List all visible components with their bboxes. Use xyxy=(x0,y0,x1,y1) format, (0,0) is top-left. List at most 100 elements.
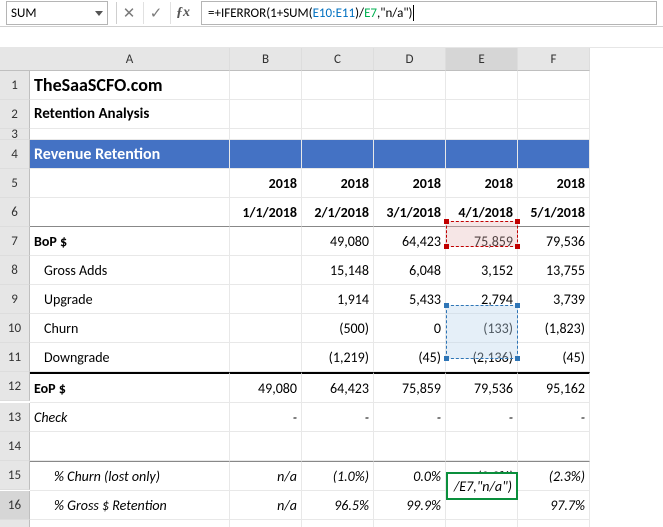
cell-f17[interactable]: 102.4% xyxy=(518,520,590,527)
cell-f1[interactable] xyxy=(518,71,590,100)
cell-d13[interactable]: - xyxy=(374,403,446,432)
cell-e3[interactable] xyxy=(446,129,518,140)
cell-d7[interactable]: 64,423 xyxy=(374,227,446,256)
cell-a13[interactable]: Check xyxy=(30,403,230,432)
row-header-10[interactable]: 10 xyxy=(0,314,30,343)
cell-b8[interactable] xyxy=(230,256,302,285)
name-box[interactable]: SUM xyxy=(6,1,108,25)
cell-c17[interactable]: 100.4% xyxy=(302,520,374,527)
cell-a4[interactable]: Revenue Retention xyxy=(30,140,230,169)
cell-f2[interactable] xyxy=(518,100,590,129)
cell-b2[interactable] xyxy=(230,100,302,129)
col-header-f[interactable]: F xyxy=(518,48,590,71)
cell-f3[interactable] xyxy=(518,129,590,140)
cancel-formula-button[interactable]: ✕ xyxy=(116,2,141,24)
cell-b3[interactable] xyxy=(230,129,302,140)
cell-d10[interactable]: 0 xyxy=(374,314,446,343)
cell-a2[interactable]: Retention Analysis xyxy=(30,100,230,129)
cell-c14[interactable] xyxy=(302,432,374,461)
cell-a12[interactable]: EoP $ xyxy=(30,372,230,403)
row-header-4[interactable]: 4 xyxy=(0,140,30,169)
cell-f14[interactable] xyxy=(518,432,590,461)
cell-e6[interactable]: 4/1/2018 xyxy=(446,198,518,227)
cell-d15[interactable]: 0.0% xyxy=(374,461,446,491)
cell-d6[interactable]: 3/1/2018 xyxy=(374,198,446,227)
active-cell-e16[interactable]: /E7,"n/a") xyxy=(446,472,518,500)
cell-f8[interactable]: 13,755 xyxy=(518,256,590,285)
row-header-7[interactable]: 7 xyxy=(0,227,30,256)
cell-c16[interactable]: 96.5% xyxy=(302,491,374,520)
cell-b15[interactable]: n/a xyxy=(230,461,302,491)
cell-b7[interactable] xyxy=(230,227,302,256)
worksheet[interactable]: A B C D E F 1 TheSaaSCFO.com 2 Retention… xyxy=(0,48,663,527)
cell-c8[interactable]: 15,148 xyxy=(302,256,374,285)
cell-c3[interactable] xyxy=(302,129,374,140)
cell-e5[interactable]: 2018 xyxy=(446,169,518,198)
cell-a1[interactable]: TheSaaSCFO.com xyxy=(30,71,230,100)
cell-e12[interactable]: 79,536 xyxy=(446,372,518,403)
cell-a5[interactable] xyxy=(30,169,230,198)
cell-c5[interactable]: 2018 xyxy=(302,169,374,198)
cell-f6[interactable]: 5/1/2018 xyxy=(518,198,590,227)
cell-f7[interactable]: 79,536 xyxy=(518,227,590,256)
cell-a16[interactable]: % Gross $ Retention xyxy=(30,491,230,520)
row-header-15[interactable]: 15 xyxy=(0,461,30,490)
cell-a8[interactable]: Gross Adds xyxy=(30,256,230,285)
cell-b13[interactable]: - xyxy=(230,403,302,432)
cell-f12[interactable]: 95,162 xyxy=(518,372,590,403)
cell-e2[interactable] xyxy=(446,100,518,129)
row-header-17[interactable]: 17 xyxy=(0,520,30,527)
cell-f16[interactable]: 97.7% xyxy=(518,491,590,520)
cell-d12[interactable]: 75,859 xyxy=(374,372,446,403)
enter-formula-button[interactable]: ✓ xyxy=(143,2,168,24)
cell-a3[interactable] xyxy=(30,129,230,140)
col-header-a[interactable]: A xyxy=(30,48,230,71)
cell-b4[interactable] xyxy=(230,140,302,169)
cell-a10[interactable]: Churn xyxy=(30,314,230,343)
cell-f4[interactable] xyxy=(518,140,590,169)
cell-a15[interactable]: % Churn (lost only) xyxy=(30,461,230,491)
cell-e9[interactable]: 2,794 xyxy=(446,285,518,314)
cell-d8[interactable]: 6,048 xyxy=(374,256,446,285)
cell-b17[interactable]: n/a xyxy=(230,520,302,527)
cell-d1[interactable] xyxy=(374,71,446,100)
row-header-16[interactable]: 16 xyxy=(0,491,30,520)
cell-d17[interactable]: 108.4% xyxy=(374,520,446,527)
cell-e8[interactable]: 3,152 xyxy=(446,256,518,285)
cell-f15[interactable]: (2.3%) xyxy=(518,461,590,491)
cell-a11[interactable]: Downgrade xyxy=(30,343,230,372)
col-header-b[interactable]: B xyxy=(230,48,302,71)
row-header-5[interactable]: 5 xyxy=(0,169,30,198)
cell-b10[interactable] xyxy=(230,314,302,343)
cell-d9[interactable]: 5,433 xyxy=(374,285,446,314)
cell-d14[interactable] xyxy=(374,432,446,461)
cell-a17[interactable]: % Net $ Retention xyxy=(30,520,230,527)
cell-f9[interactable]: 3,739 xyxy=(518,285,590,314)
row-header-14[interactable]: 14 xyxy=(0,432,30,461)
cell-f10[interactable]: (1,823) xyxy=(518,314,590,343)
select-all-corner[interactable] xyxy=(0,48,31,71)
cell-c4[interactable] xyxy=(302,140,374,169)
cell-f11[interactable]: (45) xyxy=(518,343,590,372)
cell-c10[interactable]: (500) xyxy=(302,314,374,343)
cell-a7[interactable]: BoP $ xyxy=(30,227,230,256)
cell-e10[interactable]: (133) xyxy=(446,314,518,343)
cell-d11[interactable]: (45) xyxy=(374,343,446,372)
formula-input[interactable]: =+IFERROR(1+SUM(E10:E11)/E7,"n/a") xyxy=(201,1,657,25)
row-header-11[interactable]: 11 xyxy=(0,343,30,372)
row-header-12[interactable]: 12 xyxy=(0,372,30,401)
cell-e11[interactable]: (2,136) xyxy=(446,343,518,372)
row-header-9[interactable]: 9 xyxy=(0,285,30,314)
cell-c11[interactable]: (1,219) xyxy=(302,343,374,372)
cell-e17[interactable]: 100.7% xyxy=(446,520,518,527)
col-header-d[interactable]: D xyxy=(374,48,446,71)
cell-c9[interactable]: 1,914 xyxy=(302,285,374,314)
cell-c7[interactable]: 49,080 xyxy=(302,227,374,256)
row-header-1[interactable]: 1 xyxy=(0,71,30,100)
cell-b1[interactable] xyxy=(230,71,302,100)
cell-c1[interactable] xyxy=(302,71,374,100)
cell-e1[interactable] xyxy=(446,71,518,100)
cell-f13[interactable]: - xyxy=(518,403,590,432)
col-header-e[interactable]: E xyxy=(446,48,518,71)
cell-d4[interactable] xyxy=(374,140,446,169)
